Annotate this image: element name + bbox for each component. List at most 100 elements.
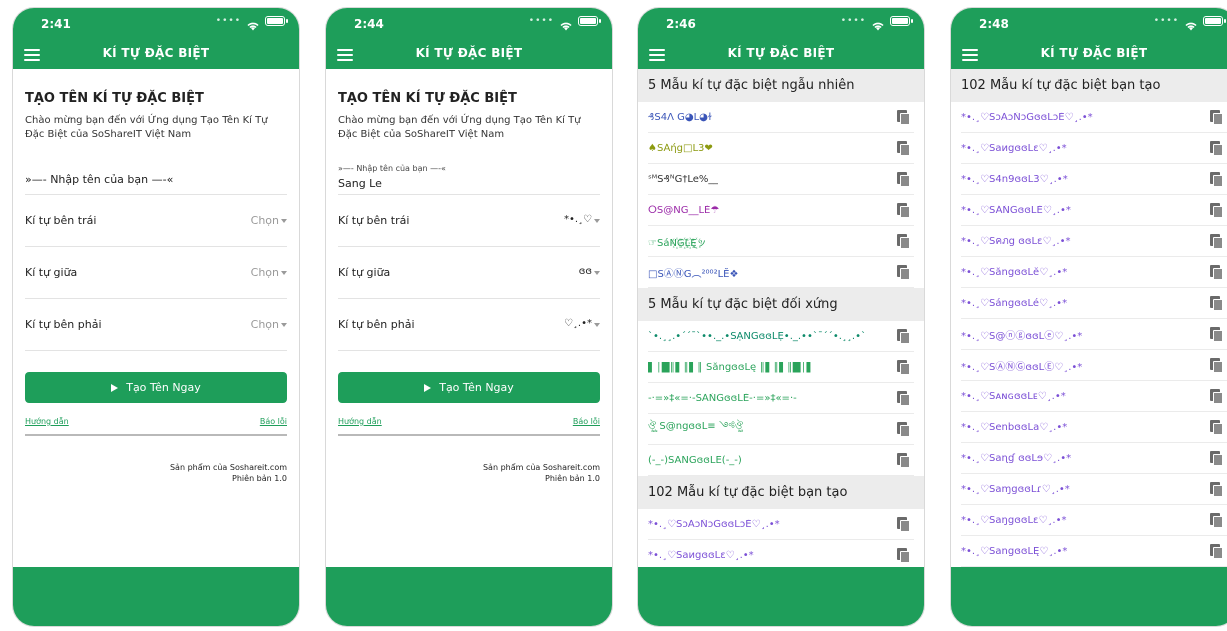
guide-link[interactable]: Hướng dẫn bbox=[25, 417, 69, 426]
copy-icon[interactable] bbox=[1210, 357, 1223, 373]
list-item[interactable]: *•.¸♡SↄĂↄŇↄĞɞɞLↄĔ♡¸.•* bbox=[961, 102, 1227, 133]
left-char-select[interactable]: Kí tự bên trái *•.¸♡ bbox=[338, 195, 600, 247]
copy-icon[interactable] bbox=[897, 264, 910, 280]
top-bar: 2:48 •••• KÍ TỰ ĐẶC BIỆT bbox=[951, 8, 1227, 69]
copy-icon[interactable] bbox=[897, 109, 910, 125]
copy-icon[interactable] bbox=[1210, 295, 1223, 311]
list-item[interactable]: *•.¸♡SaиgɞɞLɛ♡¸.•* bbox=[961, 133, 1227, 164]
copy-icon[interactable] bbox=[1210, 233, 1223, 249]
copy-icon[interactable] bbox=[897, 516, 910, 532]
list-item[interactable]: *•.¸♡SángɞɞLé♡¸.•* bbox=[961, 288, 1227, 319]
wifi-icon bbox=[871, 16, 885, 31]
item-text: *•.¸♡SÁŃĞɞɞLĔ♡¸.•* bbox=[961, 204, 1071, 216]
copy-icon[interactable] bbox=[897, 171, 910, 187]
item-text: *•.¸♡SⒶⓃⒼɞɞLⒺ♡¸.•* bbox=[961, 361, 1083, 373]
report-link[interactable]: Báo lỗi bbox=[260, 417, 287, 426]
middle-char-select[interactable]: Kí tự giữa ɞɞ bbox=[338, 247, 600, 299]
copy-icon[interactable] bbox=[1210, 512, 1223, 528]
wifi-icon bbox=[1184, 16, 1198, 31]
right-char-label: Kí tự bên phải bbox=[25, 318, 102, 331]
list-item[interactable]: *•.¸♡SangɞɞLĘ♡¸.•* bbox=[961, 536, 1227, 567]
list-item[interactable]: *•.¸♡SaɱgɞɞLɾ♡¸.•* bbox=[961, 474, 1227, 505]
list-item[interactable]: *•.¸♡S4n9ɞɞL3♡¸.•* bbox=[961, 164, 1227, 195]
list-item[interactable]: ˢᴹS₰ᴺG†Le%__ bbox=[648, 164, 914, 195]
status-time: 2:48 bbox=[979, 17, 1009, 31]
list-item[interactable]: *•.¸♡SaŋgɞɞLɛ♡¸.•* bbox=[961, 505, 1227, 536]
create-name-button-label: Tạo Tên Ngay bbox=[439, 381, 514, 394]
copy-icon[interactable] bbox=[1210, 326, 1223, 342]
help-links: Hướng dẫn Báo lỗi bbox=[25, 417, 287, 436]
list-item[interactable]: ♠SÁήg□L3❤ bbox=[648, 133, 914, 164]
list-item[interactable]: □SⒶⓃG︵²⁰⁰²LĔ❖ bbox=[648, 257, 914, 288]
app-title: KÍ TỰ ĐẶC BIỆT bbox=[727, 46, 835, 60]
copy-icon[interactable] bbox=[897, 359, 910, 375]
copy-icon[interactable] bbox=[1210, 388, 1223, 404]
copy-icon[interactable] bbox=[1210, 109, 1223, 125]
list-item[interactable]: -·=»‡«=·-SĂŇĞɞɞLĔ-·=»‡«=·- bbox=[648, 383, 914, 414]
result-list[interactable]: 5 Mẫu kí tự đặc biệt ngẫu nhiên ₰S4Λ G◕L… bbox=[638, 69, 924, 567]
list-item[interactable]: *•.¸♡SⒶⓃⒼɞɞLⒺ♡¸.•* bbox=[961, 350, 1227, 381]
copy-icon[interactable] bbox=[897, 547, 910, 563]
copy-icon[interactable] bbox=[1210, 543, 1223, 559]
battery-icon bbox=[578, 16, 601, 26]
item-text: ☞SáN꙰G꙰L꙰Ę꙰ッ bbox=[648, 237, 707, 249]
list-item[interactable]: (-_-)SANGɞɞLE(-_-) bbox=[648, 445, 914, 476]
section-header-random: 5 Mẫu kí tự đặc biệt ngẫu nhiên bbox=[638, 69, 924, 102]
list-item[interactable]: ☞SáN꙰G꙰L꙰Ę꙰ッ bbox=[648, 226, 914, 257]
right-char-select[interactable]: Kí tự bên phải ♡¸.•* bbox=[338, 299, 600, 351]
middle-char-select[interactable]: Kí tự giữa Chọn bbox=[25, 247, 287, 299]
copy-icon[interactable] bbox=[897, 233, 910, 249]
phone-screen-2: 2:44 •••• KÍ TỰ ĐẶC BIỆT TẠO TÊN KÍ TỰ Đ… bbox=[325, 7, 613, 627]
list-item[interactable]: *•.¸♡Sคภg ɞɞLɛ♡¸.•* bbox=[961, 226, 1227, 257]
list-item[interactable]: ▌│█║▌║▌║ SăngɞɞLę ║▌║▌║█│▌ bbox=[648, 352, 914, 383]
app-title: KÍ TỰ ĐẶC BIỆT bbox=[1040, 46, 1148, 60]
name-input[interactable]: »—- Nhập tên của bạn —-« Sang Le bbox=[338, 156, 600, 195]
copy-icon[interactable] bbox=[1210, 450, 1223, 466]
list-item[interactable]: *•.¸♡SenbɞɞLa♡¸.•* bbox=[961, 412, 1227, 443]
list-item[interactable]: *•.¸♡Saɳɠ ɞɞLɘ♡¸.•* bbox=[961, 443, 1227, 474]
list-item[interactable]: *•.¸♡SↄĂↄŇↄĞɞɞLↄĔ♡¸.•* bbox=[648, 509, 914, 540]
create-name-button[interactable]: Tạo Tên Ngay bbox=[338, 372, 600, 403]
list-item[interactable]: *•.¸♡S@ⓝⓖɞɞLⓔ♡¸.•* bbox=[961, 319, 1227, 350]
copy-icon[interactable] bbox=[1210, 140, 1223, 156]
copy-icon[interactable] bbox=[897, 140, 910, 156]
list-item[interactable]: *•.¸♡SaиgɞɞLɛ♡¸.•* bbox=[648, 540, 914, 567]
form-title: TẠO TÊN KÍ TỰ ĐẶC BIỆT bbox=[25, 91, 204, 106]
copy-icon[interactable] bbox=[1210, 202, 1223, 218]
signal-dots-icon: •••• bbox=[215, 16, 241, 26]
name-input-label: »—- Nhập tên của bạn —-« bbox=[338, 164, 446, 173]
app-screenshots: 2:41 •••• KÍ TỰ ĐẶC BIỆT TẠO TÊN KÍ TỰ Đ… bbox=[0, 0, 1227, 631]
list-item[interactable]: *•.¸♡SÁŃĞɞɞLĔ♡¸.•* bbox=[961, 195, 1227, 226]
guide-link[interactable]: Hướng dẫn bbox=[338, 417, 382, 426]
list-item[interactable]: ₰S4Λ G◕L◕ɫ bbox=[648, 102, 914, 133]
left-char-select[interactable]: Kí tự bên trái Chọn bbox=[25, 195, 287, 247]
copy-icon[interactable] bbox=[897, 390, 910, 406]
footer-product: Sản phẩm của Soshareit.com bbox=[169, 463, 287, 472]
list-item[interactable]: `•.¸¸.•´´¯`••._.•SẠNGɞɞLẸ•._.••`¯´´•.¸¸.… bbox=[648, 321, 914, 352]
list-item[interactable]: *•.¸♡SăngɞɞLĕ♡¸.•* bbox=[961, 257, 1227, 288]
copy-icon[interactable] bbox=[1210, 171, 1223, 187]
created-list[interactable]: 102 Mẫu kí tự đặc biệt bạn tạo *•.¸♡SↄĂↄ… bbox=[951, 69, 1227, 567]
top-bar: 2:41 •••• KÍ TỰ ĐẶC BIỆT bbox=[13, 8, 299, 69]
status-time: 2:46 bbox=[666, 17, 696, 31]
signal-dots-icon: •••• bbox=[840, 16, 866, 26]
bottom-bar bbox=[638, 567, 924, 626]
status-icons: •••• bbox=[215, 16, 288, 31]
right-char-value: Chọn bbox=[250, 318, 279, 331]
create-name-button[interactable]: Tạo Tên Ngay bbox=[25, 372, 287, 403]
list-item[interactable]: *•.¸♡SᴀɴɢɞɞLᴇ♡¸.•* bbox=[961, 381, 1227, 412]
list-item[interactable]: ঔৣ S@ngɞɞL≡ ༺ঔৣ bbox=[648, 414, 914, 445]
copy-icon[interactable] bbox=[1210, 481, 1223, 497]
copy-icon[interactable] bbox=[897, 328, 910, 344]
signal-dots-icon: •••• bbox=[1153, 16, 1179, 26]
right-char-select[interactable]: Kí tự bên phải Chọn bbox=[25, 299, 287, 351]
list-item[interactable]: ⵔS@NG__LĚ☂ bbox=[648, 195, 914, 226]
copy-icon[interactable] bbox=[1210, 264, 1223, 280]
name-input[interactable]: »—- Nhập tên của bạn —-« bbox=[25, 156, 287, 195]
copy-icon[interactable] bbox=[1210, 419, 1223, 435]
copy-icon[interactable] bbox=[897, 421, 910, 437]
copy-icon[interactable] bbox=[897, 202, 910, 218]
report-link[interactable]: Báo lỗi bbox=[573, 417, 600, 426]
copy-icon[interactable] bbox=[897, 452, 910, 468]
status-icons: •••• bbox=[529, 16, 601, 31]
